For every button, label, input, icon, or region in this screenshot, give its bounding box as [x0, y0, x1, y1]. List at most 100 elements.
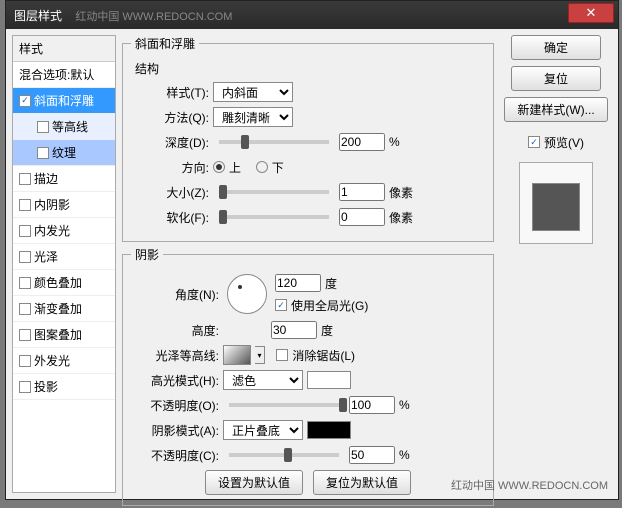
- sidebar-item-outerglow[interactable]: 外发光: [13, 348, 115, 374]
- unit-deg: 度: [321, 322, 333, 339]
- dir-up-radio[interactable]: [213, 161, 225, 173]
- style-select[interactable]: 内斜面: [213, 82, 293, 102]
- window-title: 图层样式: [14, 9, 62, 23]
- item-label: 颜色叠加: [34, 274, 82, 291]
- size-input[interactable]: [339, 183, 385, 201]
- highlight-opacity-slider[interactable]: [229, 403, 339, 407]
- highlight-opacity-input[interactable]: [349, 396, 395, 414]
- angle-label: 角度(N):: [131, 286, 219, 303]
- highlight-color[interactable]: [307, 371, 351, 389]
- sidebar-item-stroke[interactable]: 描边: [13, 166, 115, 192]
- technique-select[interactable]: 雕刻清晰: [213, 107, 293, 127]
- structure-label: 结构: [135, 60, 485, 77]
- preview-label: 预览(V): [544, 134, 584, 151]
- shading-fieldset: 阴影 角度(N): 度 使用全局光(G) 高度:度 光泽等高线:▾ 消除锯齿(L…: [122, 246, 494, 506]
- checkbox-icon[interactable]: [19, 303, 31, 315]
- sidebar-item-gradientoverlay[interactable]: 渐变叠加: [13, 296, 115, 322]
- highlight-mode-label: 高光模式(H):: [131, 372, 219, 389]
- item-label: 内阴影: [34, 196, 70, 213]
- layer-style-dialog: 图层样式 红动中国 WWW.REDOCN.COM ✕ 样式 混合选项:默认 斜面…: [5, 0, 619, 500]
- ok-button[interactable]: 确定: [511, 35, 601, 60]
- watermark-text: 红动中国 WWW.REDOCN.COM: [75, 11, 232, 23]
- global-light-checkbox[interactable]: [275, 299, 287, 311]
- checkbox-icon[interactable]: [19, 95, 31, 107]
- checkbox-icon[interactable]: [19, 329, 31, 341]
- checkbox-icon[interactable]: [19, 225, 31, 237]
- shadow-mode-select[interactable]: 正片叠底: [223, 420, 303, 440]
- altitude-input[interactable]: [271, 321, 317, 339]
- unit-px: 像素: [389, 184, 413, 201]
- unit-pct: %: [399, 448, 410, 462]
- checkbox-icon[interactable]: [19, 251, 31, 263]
- highlight-opacity-label: 不透明度(O):: [131, 397, 219, 414]
- checkbox-icon[interactable]: [19, 199, 31, 211]
- checkbox-icon[interactable]: [19, 173, 31, 185]
- angle-input[interactable]: [275, 274, 321, 292]
- size-label: 大小(Z):: [131, 184, 209, 201]
- checkbox-icon[interactable]: [19, 355, 31, 367]
- sidebar-item-innerglow[interactable]: 内发光: [13, 218, 115, 244]
- make-default-button[interactable]: 设置为默认值: [205, 470, 303, 495]
- item-label: 等高线: [52, 118, 88, 135]
- sidebar-header: 样式: [13, 36, 115, 62]
- gloss-contour[interactable]: [223, 345, 251, 365]
- sidebar-item-coloroverlay[interactable]: 颜色叠加: [13, 270, 115, 296]
- sidebar-item-bevel[interactable]: 斜面和浮雕: [13, 88, 115, 114]
- sidebar-item-contour[interactable]: 等高线: [13, 114, 115, 140]
- checkbox-icon[interactable]: [19, 381, 31, 393]
- titlebar[interactable]: 图层样式 红动中国 WWW.REDOCN.COM ✕: [6, 1, 618, 29]
- new-style-button[interactable]: 新建样式(W)...: [504, 97, 607, 122]
- checkbox-icon[interactable]: [37, 147, 49, 159]
- bevel-legend: 斜面和浮雕: [131, 35, 199, 52]
- sidebar-item-texture[interactable]: 纹理: [13, 140, 115, 166]
- main-panel: 斜面和浮雕 结构 样式(T):内斜面 方法(Q):雕刻清晰 深度(D):% 方向…: [122, 35, 494, 493]
- sidebar-item-dropshadow[interactable]: 投影: [13, 374, 115, 400]
- item-label: 斜面和浮雕: [34, 92, 94, 109]
- up-label: 上: [229, 159, 241, 176]
- footer-watermark: 红动中国 WWW.REDOCN.COM: [451, 477, 608, 493]
- shadow-opacity-label: 不透明度(C):: [131, 447, 219, 464]
- cancel-button[interactable]: 复位: [511, 66, 601, 91]
- soften-slider[interactable]: [219, 215, 329, 219]
- shadow-opacity-input[interactable]: [349, 446, 395, 464]
- preview-swatch: [532, 183, 580, 231]
- depth-input[interactable]: [339, 133, 385, 151]
- highlight-mode-select[interactable]: 滤色: [223, 370, 303, 390]
- down-label: 下: [272, 159, 284, 176]
- item-label: 渐变叠加: [34, 300, 82, 317]
- aa-label: 消除锯齿(L): [292, 347, 355, 364]
- dir-down-radio[interactable]: [256, 161, 268, 173]
- checkbox-icon[interactable]: [19, 277, 31, 289]
- close-button[interactable]: ✕: [568, 3, 614, 23]
- checkbox-icon[interactable]: [37, 121, 49, 133]
- size-slider[interactable]: [219, 190, 329, 194]
- shadow-opacity-slider[interactable]: [229, 453, 339, 457]
- blend-options-row[interactable]: 混合选项:默认: [13, 62, 115, 88]
- item-label: 外发光: [34, 352, 70, 369]
- antialias-checkbox[interactable]: [276, 349, 288, 361]
- sidebar-item-satin[interactable]: 光泽: [13, 244, 115, 270]
- gloss-dropdown-icon[interactable]: ▾: [255, 346, 265, 364]
- right-panel: 确定 复位 新建样式(W)... 预览(V): [500, 35, 612, 493]
- item-label: 图案叠加: [34, 326, 82, 343]
- blend-label: 混合选项:默认: [19, 66, 94, 83]
- styles-sidebar: 样式 混合选项:默认 斜面和浮雕 等高线 纹理 描边 内阴影 内发光 光泽 颜色…: [12, 35, 116, 493]
- style-label: 样式(T):: [131, 84, 209, 101]
- bevel-fieldset: 斜面和浮雕 结构 样式(T):内斜面 方法(Q):雕刻清晰 深度(D):% 方向…: [122, 35, 494, 242]
- angle-dial[interactable]: [227, 274, 267, 314]
- sidebar-item-patternoverlay[interactable]: 图案叠加: [13, 322, 115, 348]
- item-label: 纹理: [52, 144, 76, 161]
- preview-swatch-box: [519, 162, 593, 244]
- depth-label: 深度(D):: [131, 134, 209, 151]
- unit-px: 像素: [389, 209, 413, 226]
- shading-legend: 阴影: [131, 246, 163, 263]
- depth-slider[interactable]: [219, 140, 329, 144]
- unit-pct: %: [389, 135, 400, 149]
- soften-input[interactable]: [339, 208, 385, 226]
- sidebar-item-innershadow[interactable]: 内阴影: [13, 192, 115, 218]
- technique-label: 方法(Q):: [131, 109, 209, 126]
- direction-label: 方向:: [131, 159, 209, 176]
- preview-checkbox[interactable]: [528, 136, 540, 148]
- shadow-color[interactable]: [307, 421, 351, 439]
- reset-default-button[interactable]: 复位为默认值: [313, 470, 411, 495]
